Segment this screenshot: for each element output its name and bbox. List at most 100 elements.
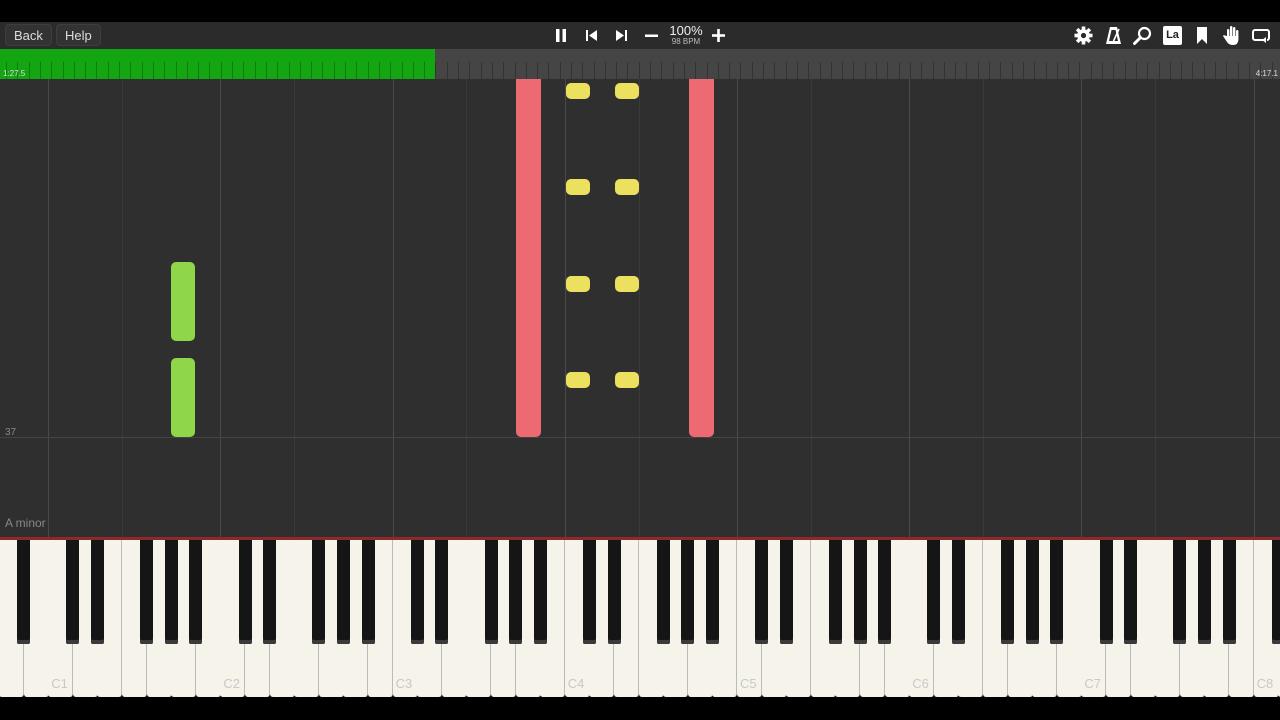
progress-tick bbox=[29, 62, 30, 79]
black-key[interactable] bbox=[1173, 540, 1187, 644]
total-time: 4:17.1 bbox=[1255, 69, 1278, 78]
pause-icon[interactable] bbox=[554, 28, 568, 43]
progress-tick bbox=[1170, 62, 1171, 79]
black-key[interactable] bbox=[1025, 540, 1039, 644]
progress-tick bbox=[198, 62, 199, 79]
progress-tick bbox=[345, 62, 346, 79]
plus-icon[interactable] bbox=[711, 28, 726, 43]
black-key[interactable] bbox=[951, 540, 965, 644]
progress-tick bbox=[729, 62, 730, 79]
black-key[interactable] bbox=[1271, 540, 1280, 644]
black-key[interactable] bbox=[361, 540, 375, 644]
black-key[interactable] bbox=[705, 540, 719, 644]
gridline bbox=[639, 79, 640, 537]
progress-tick bbox=[1034, 62, 1035, 79]
black-key[interactable] bbox=[484, 540, 498, 644]
black-key[interactable] bbox=[533, 540, 547, 644]
progress-tick bbox=[1125, 62, 1126, 79]
black-key[interactable] bbox=[755, 540, 769, 644]
progress-tick bbox=[85, 62, 86, 79]
octave-label: C5 bbox=[740, 676, 757, 691]
progress-tick bbox=[130, 62, 131, 79]
progress-tick bbox=[300, 62, 301, 79]
progress-tick bbox=[515, 62, 516, 79]
current-time: 1:27.5 bbox=[3, 69, 26, 78]
skip-forward-icon[interactable] bbox=[614, 29, 628, 42]
black-key[interactable] bbox=[140, 540, 154, 644]
metronome-icon[interactable] bbox=[1105, 26, 1122, 45]
gear-icon[interactable] bbox=[1074, 26, 1093, 45]
back-button[interactable]: Back bbox=[5, 24, 52, 46]
progress-tick bbox=[153, 62, 154, 79]
black-key[interactable] bbox=[656, 540, 670, 644]
progress-tick bbox=[255, 62, 256, 79]
progress-tick bbox=[921, 62, 922, 79]
black-key[interactable] bbox=[189, 540, 203, 644]
black-key[interactable] bbox=[582, 540, 596, 644]
minus-icon[interactable] bbox=[644, 29, 659, 42]
search-icon[interactable] bbox=[1133, 26, 1152, 45]
progress-tick bbox=[469, 62, 470, 79]
progress-tick bbox=[1012, 62, 1013, 79]
skip-back-icon[interactable] bbox=[585, 29, 599, 42]
note-yellow bbox=[615, 372, 639, 388]
black-key[interactable] bbox=[1197, 540, 1211, 644]
black-key[interactable] bbox=[779, 540, 793, 644]
black-key[interactable] bbox=[681, 540, 695, 644]
bookmark-icon[interactable] bbox=[1195, 26, 1209, 45]
black-key[interactable] bbox=[90, 540, 104, 644]
black-key[interactable] bbox=[1124, 540, 1138, 644]
tempo-bpm: 98 BPM bbox=[671, 37, 701, 46]
black-key[interactable] bbox=[263, 540, 277, 644]
progress-tick bbox=[1192, 62, 1193, 79]
black-key[interactable] bbox=[1001, 540, 1015, 644]
gridline bbox=[466, 79, 467, 537]
progress-tick bbox=[51, 62, 52, 79]
black-key[interactable] bbox=[410, 540, 424, 644]
black-key[interactable] bbox=[1222, 540, 1236, 644]
black-key[interactable] bbox=[607, 540, 621, 644]
progress-tick bbox=[1023, 62, 1024, 79]
progress-tick bbox=[571, 62, 572, 79]
progress-tick bbox=[187, 62, 188, 79]
progress-tick bbox=[1000, 62, 1001, 79]
black-key[interactable] bbox=[853, 540, 867, 644]
gridline bbox=[1254, 79, 1255, 537]
black-key[interactable] bbox=[1099, 540, 1113, 644]
gridline bbox=[737, 79, 738, 537]
progress-tick bbox=[1215, 62, 1216, 79]
black-key[interactable] bbox=[238, 540, 252, 644]
toolbar: Back Help 100% 98 BPM La bbox=[0, 22, 1280, 49]
octave-label: C1 bbox=[51, 676, 68, 691]
black-key[interactable] bbox=[66, 540, 80, 644]
progress-tick bbox=[582, 62, 583, 79]
black-key[interactable] bbox=[1050, 540, 1064, 644]
progress-tick bbox=[774, 62, 775, 79]
progress-tick bbox=[1046, 62, 1047, 79]
black-key[interactable] bbox=[927, 540, 941, 644]
black-key[interactable] bbox=[828, 540, 842, 644]
black-key[interactable] bbox=[336, 540, 350, 644]
black-key[interactable] bbox=[435, 540, 449, 644]
hand-icon[interactable] bbox=[1222, 25, 1241, 46]
progress-tick bbox=[266, 62, 267, 79]
gridline bbox=[565, 79, 566, 537]
progress-tick bbox=[311, 62, 312, 79]
progress-tick bbox=[1147, 62, 1148, 79]
black-key[interactable] bbox=[164, 540, 178, 644]
black-key[interactable] bbox=[878, 540, 892, 644]
song-progress-bar[interactable]: 1:27.5 4:17.1 bbox=[0, 49, 1280, 79]
progress-tick bbox=[368, 62, 369, 79]
progress-tick bbox=[232, 62, 233, 79]
progress-tick bbox=[142, 62, 143, 79]
black-key[interactable] bbox=[312, 540, 326, 644]
progress-tick bbox=[944, 62, 945, 79]
black-key[interactable] bbox=[17, 540, 31, 644]
black-key[interactable] bbox=[509, 540, 523, 644]
loop-icon[interactable] bbox=[1251, 27, 1271, 44]
help-button[interactable]: Help bbox=[56, 24, 101, 46]
piano-keyboard[interactable]: C1 C2 C3 C4 C5 C6 C7 C8 bbox=[0, 540, 1280, 697]
note-yellow bbox=[615, 179, 639, 195]
label-icon[interactable]: La bbox=[1163, 26, 1182, 45]
progress-tick bbox=[277, 62, 278, 79]
